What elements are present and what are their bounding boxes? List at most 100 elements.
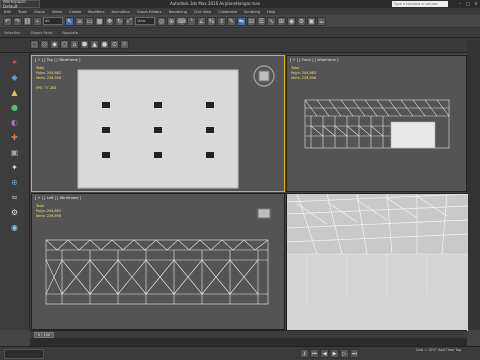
rect-select-icon[interactable]: ▭ bbox=[85, 16, 94, 26]
snap-icon[interactable]: ³ bbox=[187, 16, 196, 26]
systems-icon[interactable]: ⚙ bbox=[9, 206, 21, 218]
pivot-icon[interactable]: ◎ bbox=[157, 16, 166, 26]
redo-icon[interactable]: ↷ bbox=[13, 16, 22, 26]
viewport-front[interactable]: [ + ] [ Front ] [ Wireframe ] Total Poly… bbox=[286, 55, 467, 192]
menu-item-rendering[interactable]: Rendering bbox=[169, 10, 187, 14]
select-object-icon[interactable]: ↖ bbox=[65, 16, 74, 26]
menu-item-edit[interactable]: Edit bbox=[4, 10, 11, 14]
lights-icon[interactable]: ✦ bbox=[9, 161, 21, 173]
named-selection-icon[interactable]: ✎ bbox=[227, 16, 236, 26]
material-editor-icon[interactable]: ◉ bbox=[287, 16, 296, 26]
next-frame-icon[interactable]: ▷ bbox=[340, 349, 349, 358]
render-setup-icon[interactable]: ⚙ bbox=[297, 16, 306, 26]
go-start-icon[interactable]: ⏮ bbox=[310, 349, 319, 358]
ribbon-icon-10[interactable]: ☼ bbox=[120, 40, 129, 49]
viewport-perspective[interactable] bbox=[286, 193, 468, 331]
ribbon-icon-8[interactable]: ● bbox=[100, 40, 109, 49]
eye-icon[interactable]: ◉ bbox=[9, 221, 21, 233]
undo-icon[interactable]: ↶ bbox=[3, 16, 12, 26]
timeline: 0 / 100 bbox=[30, 330, 467, 338]
ribbon-icon-7[interactable]: ▲ bbox=[90, 40, 99, 49]
display-icon[interactable]: ◐ bbox=[9, 116, 21, 128]
perspective-render bbox=[287, 194, 468, 331]
ribbon-tab-selection[interactable]: Selection bbox=[4, 31, 21, 35]
reference-coord-dropdown[interactable]: View bbox=[135, 17, 155, 25]
ribbon-icons: ⬚ ◇ ◆ ⬡ ⌂ ⬢ ▲ ● ⊙ ☼ bbox=[30, 40, 130, 49]
selection-filter-dropdown[interactable]: All bbox=[43, 17, 63, 25]
curve-editor-icon[interactable]: ∿ bbox=[267, 16, 276, 26]
menu-item-animation[interactable]: Animation bbox=[112, 10, 130, 14]
menu-item-tools[interactable]: Tools bbox=[18, 10, 27, 14]
maximize-icon[interactable]: □ bbox=[464, 1, 472, 7]
grid-status: Grid = 10'0" Add Time Tag bbox=[416, 348, 461, 352]
app-window: Workspace: Default Autodesk 3ds Max 2016… bbox=[0, 0, 480, 360]
minimize-icon[interactable]: – bbox=[456, 1, 464, 7]
mirror-icon[interactable]: ⇋ bbox=[237, 16, 246, 26]
layer-icon[interactable]: ☰ bbox=[257, 16, 266, 26]
track-bar[interactable] bbox=[30, 338, 467, 346]
render-frame-icon[interactable]: ▣ bbox=[307, 16, 316, 26]
angle-snap-icon[interactable]: ∠ bbox=[197, 16, 206, 26]
manipulate-icon[interactable]: ⊕ bbox=[167, 16, 176, 26]
maxscript-listener[interactable] bbox=[4, 349, 44, 359]
modify-icon[interactable]: ◆ bbox=[9, 71, 21, 83]
play-icon[interactable]: ▶ bbox=[330, 349, 339, 358]
ribbon-icon-6[interactable]: ⬢ bbox=[80, 40, 89, 49]
schematic-icon[interactable]: ⊞ bbox=[277, 16, 286, 26]
go-end-icon[interactable]: ⏭ bbox=[350, 349, 359, 358]
move-icon[interactable]: ✥ bbox=[105, 16, 114, 26]
ribbon-icon-3[interactable]: ◆ bbox=[50, 40, 59, 49]
ribbon-icon-5[interactable]: ⌂ bbox=[70, 40, 79, 49]
ribbon-panel: ⬚ ◇ ◆ ⬡ ⌂ ⬢ ▲ ● ⊙ ☼ bbox=[0, 38, 480, 53]
menu-item-create[interactable]: Create bbox=[69, 10, 81, 14]
viewport-left[interactable]: [ + ] [ Left ] [ Wireframe ] Total Polys… bbox=[31, 193, 285, 330]
ribbon-icon-4[interactable]: ⬡ bbox=[60, 40, 69, 49]
motion-icon[interactable]: ● bbox=[9, 101, 21, 113]
render-icon[interactable]: ☕ bbox=[317, 16, 326, 26]
menu-item-customize[interactable]: Customize bbox=[218, 10, 237, 14]
playback-controls: ⚷ ⏮ ◀ ▶ ▷ ⏭ bbox=[300, 349, 360, 359]
create-icon[interactable]: ✶ bbox=[9, 56, 21, 68]
spinner-snap-icon[interactable]: ⇕ bbox=[217, 16, 226, 26]
hierarchy-icon[interactable]: ▲ bbox=[9, 86, 21, 98]
left-view-geometry bbox=[45, 208, 271, 305]
menu-item-help[interactable]: Help bbox=[267, 10, 275, 14]
ribbon-tab-populate[interactable]: Populate bbox=[62, 31, 78, 35]
close-icon[interactable]: ✕ bbox=[472, 1, 480, 7]
side-wireframe bbox=[45, 239, 269, 305]
menu-item-group[interactable]: Group bbox=[34, 10, 45, 14]
ribbon-icon-9[interactable]: ⊙ bbox=[110, 40, 119, 49]
ribbon-tab-object-paint[interactable]: Object Paint bbox=[31, 31, 53, 35]
top-view-geometry bbox=[77, 65, 275, 189]
viewcube-icon bbox=[257, 208, 271, 219]
viewport-top[interactable]: [ + ] [ Top ] [ Wireframe ] Total Polys:… bbox=[31, 55, 285, 192]
menu-item-modifiers[interactable]: Modifiers bbox=[88, 10, 104, 14]
window-title: Autodesk 3ds Max 2016 AirplaneHangar.max bbox=[170, 1, 261, 6]
helpers-icon[interactable]: ⊕ bbox=[9, 176, 21, 188]
key-icon[interactable]: ⚷ bbox=[300, 349, 309, 358]
ribbon-icon-1[interactable]: ⬚ bbox=[30, 40, 39, 49]
ribbon-tabs: Selection Object Paint Populate bbox=[0, 28, 480, 38]
scale-icon[interactable]: ⤢ bbox=[125, 16, 134, 26]
spacewarps-icon[interactable]: ≈ bbox=[9, 191, 21, 203]
menu-item-graph-editors[interactable]: Graph Editors bbox=[137, 10, 162, 14]
menu-item-scripting[interactable]: Scripting bbox=[244, 10, 260, 14]
title-bar: Workspace: Default Autodesk 3ds Max 2016… bbox=[0, 0, 480, 9]
workspace-dropdown[interactable]: Workspace: Default bbox=[0, 0, 40, 9]
utilities-icon[interactable]: ✚ bbox=[9, 131, 21, 143]
link-icon[interactable]: ⛓ bbox=[23, 16, 32, 26]
menu-item-views[interactable]: Views bbox=[52, 10, 62, 14]
ribbon-icon-2[interactable]: ◇ bbox=[40, 40, 49, 49]
window-crossing-icon[interactable]: ▦ bbox=[95, 16, 104, 26]
unlink-icon[interactable]: ⌁ bbox=[33, 16, 42, 26]
prev-frame-icon[interactable]: ◀ bbox=[320, 349, 329, 358]
select-by-name-icon[interactable]: ≡ bbox=[75, 16, 84, 26]
right-toolbar bbox=[467, 40, 480, 330]
rotate-icon[interactable]: ↻ bbox=[115, 16, 124, 26]
search-input[interactable]: Type a keyword or phrase bbox=[392, 1, 448, 7]
align-icon[interactable]: ⊟ bbox=[247, 16, 256, 26]
percent-snap-icon[interactable]: % bbox=[207, 16, 216, 26]
menu-item-civil-view[interactable]: Civil View bbox=[194, 10, 211, 14]
keyboard-shortcut-icon[interactable]: ⌨ bbox=[177, 16, 186, 26]
cameras-icon[interactable]: ▣ bbox=[9, 146, 21, 158]
